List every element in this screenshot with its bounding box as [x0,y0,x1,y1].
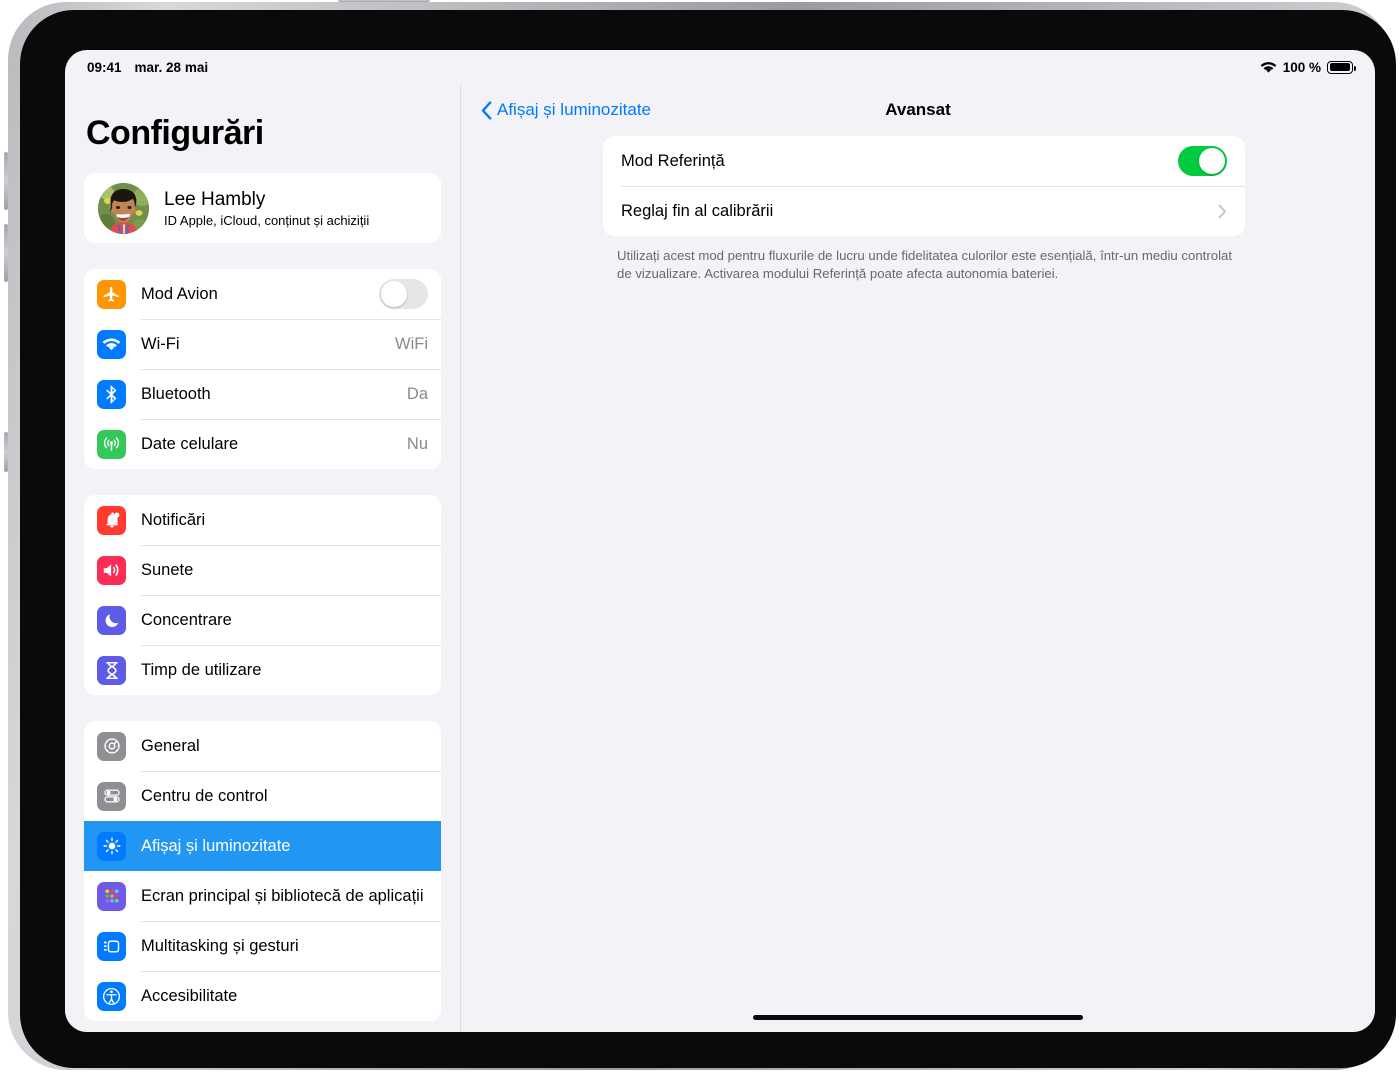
moon-icon [97,605,126,635]
sidebar-item-centru-de-control[interactable]: Centru de control [84,771,441,821]
row-reglaj-fin[interactable]: Reglaj fin al calibrării [603,186,1245,236]
split-view: Configurări Lee Hambly ID Apple, iCloud,… [65,84,1375,1032]
app-grid-icon [97,881,126,911]
volume-up-button[interactable] [4,152,8,210]
accessibility-icon [97,981,126,1011]
sidebar-item-general[interactable]: General [84,721,441,771]
sidebar-item-bluetooth[interactable]: Bluetooth Da [84,369,441,419]
speaker-icon [97,555,126,585]
hourglass-icon [97,655,126,685]
sidebar-item-sunete[interactable]: Sunete [84,545,441,595]
sidebar-item-value: Da [406,384,428,403]
sidebar-item-label: Timp de utilizare [141,660,262,679]
sidebar-item-accesibilitate[interactable]: Accesibilitate [84,971,441,1021]
ipad-device-frame: 09:41 mar. 28 mai 100 % Configurări Lee … [4,0,1396,1070]
sidebar-group-notifications: Notificări Sunete Concentrare Timp de ut… [84,495,441,695]
sidebar-item-label: Centru de control [141,786,268,805]
ipad-screen: 09:41 mar. 28 mai 100 % Configurări Lee … [65,50,1375,1032]
sidebar-item-label: Afișaj și luminozitate [141,836,291,855]
panel-footer-text: Utilizați acest mod pentru fluxurile de … [617,248,1233,282]
status-bar-left: 09:41 mar. 28 mai [87,60,208,75]
battery-percent-label: 100 % [1282,59,1321,75]
settings-sidebar[interactable]: Configurări Lee Hambly ID Apple, iCloud,… [65,84,461,1032]
control-center-icon [97,781,126,811]
sidebar-item-label: Date celulare [141,434,239,453]
sidebar-item-date-celulare[interactable]: Date celulare Nu [84,419,441,469]
ipad-bezel: 09:41 mar. 28 mai 100 % Configurări Lee … [20,10,1396,1068]
bluetooth-icon [97,379,126,409]
sidebar-item-afisaj-si-luminozitate[interactable]: Afișaj și luminozitate [84,821,441,871]
sidebar-item-multitasking[interactable]: Multitasking și gesturi [84,921,441,971]
sidebar-item-concentrare[interactable]: Concentrare [84,595,441,645]
volume-down-button[interactable] [4,224,8,282]
sidebar-group-connectivity: Mod Avion Wi-Fi WiFi Bluetooth Da Date c… [84,269,441,469]
sidebar-item-label: Bluetooth [141,384,211,403]
user-photo-avatar [98,182,149,234]
back-button[interactable]: Afișaj și luminozitate [481,100,651,120]
wifi-icon [1260,61,1277,74]
sidebar-item-label: Mod Avion [141,284,218,303]
status-bar: 09:41 mar. 28 mai 100 % [65,50,1375,84]
account-text: Lee Hambly ID Apple, iCloud, conținut și… [164,189,369,228]
airplane-icon [97,279,126,309]
sidebar-item-apple-account[interactable]: Lee Hambly ID Apple, iCloud, conținut și… [84,173,441,243]
chevron-left-icon [481,100,492,120]
navigation-bar: Afișaj și luminozitate Avansat [461,84,1375,136]
brightness-sun-icon [97,831,126,861]
sidebar-item-mod-avion[interactable]: Mod Avion [84,269,441,319]
sidebar-item-label: Accesibilitate [141,986,238,1005]
sidebar-item-timp-de-utilizare[interactable]: Timp de utilizare [84,645,441,695]
row-mod-referinta[interactable]: Mod Referință [603,136,1245,186]
gear-icon [97,731,126,761]
chevron-right-icon [1218,204,1227,219]
sidebar-item-ecran-principal[interactable]: Ecran principal și bibliotecă de aplicaț… [84,871,441,921]
status-date: mar. 28 mai [134,59,209,75]
back-button-label: Afișaj și luminozitate [497,100,652,119]
sidebar-item-value: Nu [406,434,428,453]
account-subtitle: ID Apple, iCloud, conținut și achiziții [164,212,370,228]
sidebar-item-label: Notificări [141,510,206,529]
sidebar-group-system: General Centru de control Afișaj și lumi… [84,721,441,1021]
bell-icon [97,505,126,535]
battery-full-icon [1327,60,1356,74]
sidebar-item-wifi[interactable]: Wi-Fi WiFi [84,319,441,369]
home-indicator[interactable] [753,1015,1083,1020]
reference-mode-card: Mod Referință Reglaj fin al calibrării [603,136,1245,236]
status-time: 09:41 [87,59,122,75]
sidebar-item-label: Sunete [141,560,194,579]
airplane-mode-toggle[interactable] [379,279,428,309]
sidebar-item-value: WiFi [395,334,428,353]
power-button[interactable] [338,0,430,2]
page-title: Configurări [86,114,264,152]
settings-panel: Mod Referință Reglaj fin al calibrării U… [461,136,1375,283]
sidebar-item-label: General [141,736,200,755]
sidebar-item-notificari[interactable]: Notificări [84,495,441,545]
row-label: Mod Referință [621,151,725,170]
account-name: Lee Hambly [164,188,266,210]
sidebar-item-label: Wi-Fi [141,334,180,353]
wifi-icon [97,329,126,359]
multitasking-icon [97,931,126,961]
side-port [4,432,8,472]
row-label: Reglaj fin al calibrării [621,201,774,220]
reference-mode-toggle[interactable] [1178,146,1227,176]
sidebar-item-label: Multitasking și gesturi [141,936,299,955]
sidebar-item-label: Concentrare [141,610,232,629]
cellular-antenna-icon [97,429,126,459]
detail-pane: Afișaj și luminozitate Avansat Mod Refer… [461,84,1375,1032]
sidebar-item-label: Ecran principal și bibliotecă de aplicaț… [141,886,424,905]
status-bar-right: 100 % [1260,59,1356,75]
account-card-container: Lee Hambly ID Apple, iCloud, conținut și… [84,173,441,243]
